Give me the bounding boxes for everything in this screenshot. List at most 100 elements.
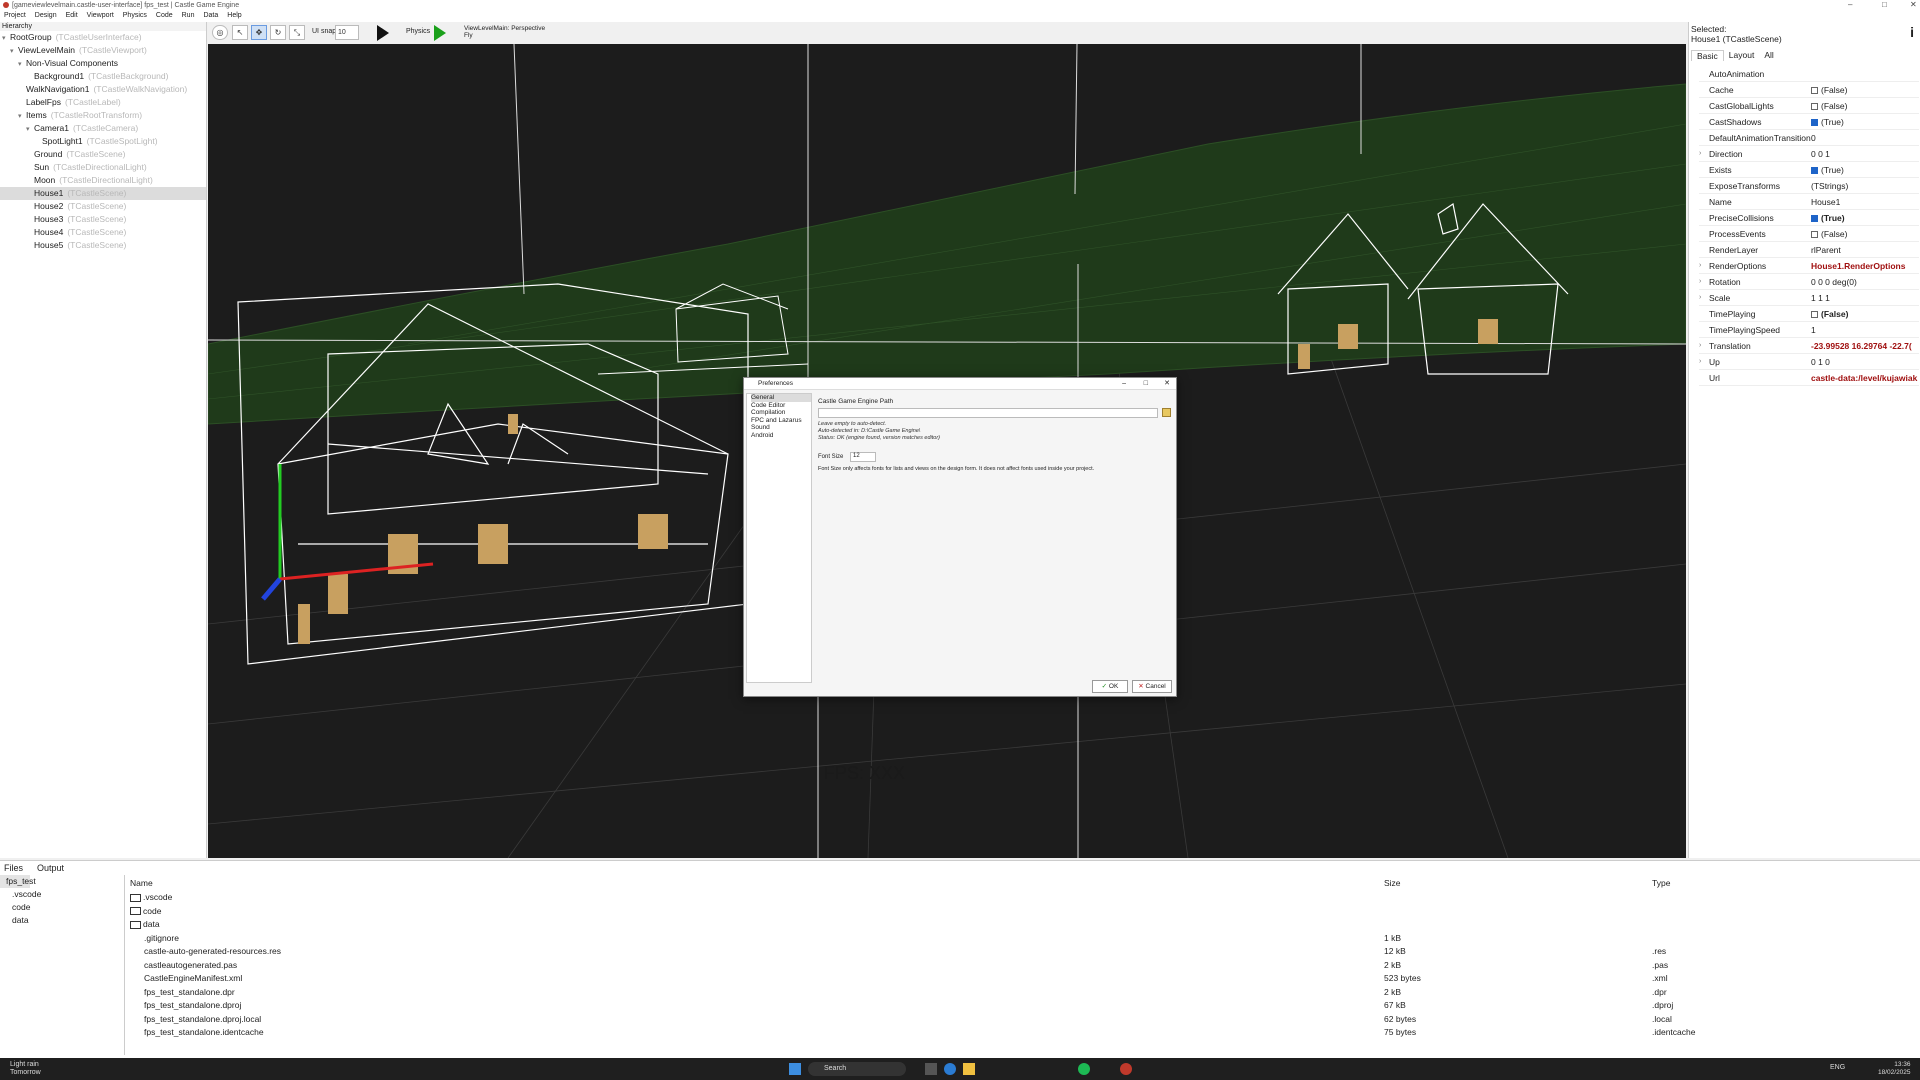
hierarchy-item-house4[interactable]: House4 (TCastleScene) [0,226,206,239]
tab-layout[interactable]: Layout [1724,50,1760,61]
property-rotation[interactable]: › Rotation 0 0 0 deg(0) [1699,274,1919,290]
property-castshadows[interactable]: CastShadows (True) [1699,114,1919,130]
file-row[interactable]: fps_test_standalone.dpr 2 kB .dpr [130,986,1830,999]
tab-basic[interactable]: Basic [1691,50,1724,61]
language-indicator[interactable]: ENG [1830,1064,1845,1071]
ui-snap-input[interactable]: 10 [335,25,359,40]
property-timeplaying[interactable]: TimePlaying (False) [1699,306,1919,322]
hierarchy-item-moon[interactable]: Moon (TCastleDirectionalLight) [0,174,206,187]
menu-item-physics[interactable]: Physics [123,12,147,22]
property-value[interactable]: 1 1 1 [1811,290,1830,306]
menu-item-viewport[interactable]: Viewport [87,12,114,22]
hierarchy-item-items[interactable]: ▾ Items (TCastleRootTransform) [0,109,206,122]
menu-item-code[interactable]: Code [156,12,173,22]
clock[interactable]: 13:36 18/02/2025 [1878,1061,1911,1077]
font-size-input[interactable]: 12 [850,452,876,462]
hierarchy-item-labelfps[interactable]: LabelFps (TCastleLabel) [0,96,206,109]
property-value[interactable]: castle-data:/level/kujawiak [1811,370,1917,386]
engine-path-input[interactable] [818,408,1158,418]
property-renderlayer[interactable]: RenderLayer rlParent [1699,242,1919,258]
property-value[interactable]: -23.99528 16.29764 -22.7( [1811,338,1912,354]
bottom-tab-files[interactable]: Files [4,863,23,873]
hierarchy-item-house5[interactable]: House5 (TCastleScene) [0,239,206,252]
expand-caret-icon[interactable]: ▾ [18,58,26,71]
property-translation[interactable]: › Translation -23.99528 16.29764 -22.7( [1699,338,1919,354]
property-value[interactable]: (True) [1811,210,1845,226]
hierarchy-item-camera1[interactable]: ▾ Camera1 (TCastleCamera) [0,122,206,135]
dialog-close-icon[interactable]: ✕ [1164,378,1170,390]
tab-all[interactable]: All [1759,50,1778,61]
property-value[interactable]: rlParent [1811,242,1841,258]
info-icon[interactable]: i [1910,24,1914,40]
dialog-minimize-icon[interactable]: – [1122,378,1126,390]
file-row[interactable]: .vscode [130,891,1830,904]
property-url[interactable]: Url castle-data:/level/kujawiak [1699,370,1919,386]
expand-caret-icon[interactable]: ▾ [2,32,10,45]
col-type-header[interactable]: Type [1652,878,1670,888]
property-value[interactable]: 0 1 0 [1811,354,1830,370]
file-row[interactable]: fps_test_standalone.dproj 67 kB .dproj [130,999,1830,1012]
property-value[interactable]: (False) [1811,98,1847,114]
file-row[interactable]: data [130,918,1830,931]
hierarchy-item-rootgroup[interactable]: ▾ RootGroup (TCastleUserInterface) [0,31,206,44]
ok-button[interactable]: ✓ OK [1092,680,1128,693]
property-exists[interactable]: Exists (True) [1699,162,1919,178]
menu-item-run[interactable]: Run [182,12,195,22]
explorer-icon[interactable] [963,1063,975,1075]
close-icon[interactable]: ✕ [1910,0,1917,9]
property-value[interactable]: House1.RenderOptions [1811,258,1905,274]
property-castgloballights[interactable]: CastGlobalLights (False) [1699,98,1919,114]
translate-tool-icon[interactable]: ✥ [251,25,267,40]
minimize-icon[interactable]: – [1848,0,1852,9]
property-renderoptions[interactable]: › RenderOptions House1.RenderOptions [1699,258,1919,274]
maximize-icon[interactable]: □ [1882,0,1887,9]
file-row[interactable]: CastleEngineManifest.xml 523 bytes .xml [130,972,1830,985]
property-cache[interactable]: Cache (False) [1699,82,1919,98]
expand-caret-icon[interactable]: ▾ [26,123,34,136]
property-precisecollisions[interactable]: PreciseCollisions (True) [1699,210,1919,226]
edge-icon[interactable] [944,1063,956,1075]
checkbox-icon[interactable] [1811,87,1818,95]
scale-tool-icon[interactable]: ⤡ [289,25,305,40]
property-value[interactable]: (False) [1811,306,1848,322]
property-up[interactable]: › Up 0 1 0 [1699,354,1919,370]
play-icon[interactable] [377,25,389,41]
expand-arrow-icon[interactable]: › [1699,354,1701,370]
spotify-icon[interactable] [1078,1063,1090,1075]
property-processevents[interactable]: ProcessEvents (False) [1699,226,1919,242]
property-value[interactable]: 0 0 1 [1811,146,1830,162]
hierarchy-item-non-visual components[interactable]: ▾ Non-Visual Components [0,57,206,70]
browse-folder-icon[interactable] [1162,408,1171,417]
category-item[interactable]: General [751,394,811,402]
property-value[interactable]: (True) [1811,162,1844,178]
col-size-header[interactable]: Size [1384,878,1401,888]
select-tool-icon[interactable]: ↖ [232,25,248,40]
property-exposetransforms[interactable]: ExposeTransforms (TStrings) [1699,178,1919,194]
checkbox-icon[interactable] [1811,119,1818,127]
start-icon[interactable] [789,1063,801,1075]
taskbar-search[interactable]: Search [808,1062,906,1076]
property-direction[interactable]: › Direction 0 0 1 [1699,146,1919,162]
category-item[interactable]: Code Editor [751,402,811,410]
expand-arrow-icon[interactable]: › [1699,258,1701,274]
col-name-header[interactable]: Name [130,878,153,888]
property-value[interactable]: 0 0 0 deg(0) [1811,274,1857,290]
property-value[interactable]: 1 [1811,322,1816,338]
expand-arrow-icon[interactable]: › [1699,290,1701,306]
hierarchy-item-house3[interactable]: House3 (TCastleScene) [0,213,206,226]
checkbox-icon[interactable] [1811,231,1818,239]
interact-mode-icon[interactable]: ◎ [212,25,228,40]
dialog-maximize-icon[interactable]: □ [1144,378,1148,390]
property-name[interactable]: Name House1 [1699,194,1919,210]
physics-play-icon[interactable] [434,25,446,41]
cancel-button[interactable]: ✕ Cancel [1132,680,1172,693]
expand-caret-icon[interactable]: ▾ [10,45,18,58]
hierarchy-item-spotlight1[interactable]: SpotLight1 (TCastleSpotLight) [0,135,206,148]
expand-arrow-icon[interactable]: › [1699,274,1701,290]
checkbox-icon[interactable] [1811,103,1818,111]
menu-item-data[interactable]: Data [203,12,218,22]
file-row[interactable]: .gitignore 1 kB [130,932,1830,945]
hierarchy-item-house1[interactable]: House1 (TCastleScene) [0,187,206,200]
category-item[interactable]: FPC and Lazarus [751,417,811,425]
menu-item-project[interactable]: Project [4,12,26,22]
